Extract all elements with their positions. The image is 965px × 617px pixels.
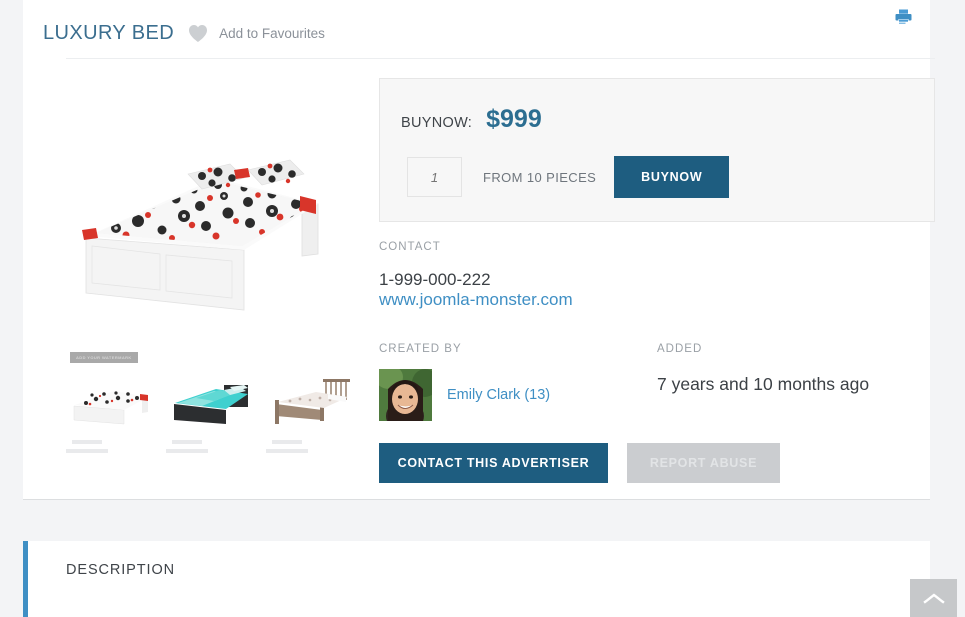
thumbnail-item[interactable]	[266, 370, 360, 458]
thumbnail-dark-bed[interactable]	[166, 370, 260, 432]
printer-icon	[895, 9, 911, 25]
header-divider	[66, 58, 935, 59]
thumbnail-caption-placeholder	[166, 432, 260, 453]
listing-details: BUYNOW: $999 FROM 10 PIECES BUYNOW CONTA…	[379, 78, 935, 483]
listing-page: LUXURY BED Add to Favourites ADD YOUR WA…	[0, 0, 965, 617]
added-section: ADDED 7 years and 10 months ago	[657, 343, 935, 421]
added-value: 7 years and 10 months ago	[657, 374, 870, 394]
listing-header: LUXURY BED Add to Favourites	[43, 14, 912, 52]
thumbnail-strip	[66, 370, 361, 458]
price-label: BUYNOW:	[401, 115, 473, 131]
contact-phone: 1-999-000-222	[379, 270, 491, 289]
report-abuse-button[interactable]: REPORT ABUSE	[627, 443, 780, 483]
scroll-to-top-button[interactable]	[910, 579, 957, 617]
contact-heading: CONTACT	[379, 241, 441, 253]
buynow-button[interactable]: BUYNOW	[614, 156, 730, 198]
watermark-label: ADD YOUR WATERMARK	[70, 352, 138, 363]
contact-website-link[interactable]: www.joomla-monster.com	[379, 290, 573, 309]
contact-section: CONTACT 1-999-000-222 www.joomla-monster…	[379, 241, 935, 310]
author-row: Emily Clark (13)	[379, 369, 657, 421]
print-button[interactable]	[890, 4, 916, 30]
buy-row: FROM 10 PIECES BUYNOW	[407, 156, 730, 198]
page-title: LUXURY BED	[43, 21, 175, 44]
add-to-favourites-label[interactable]: Add to Favourites	[219, 26, 325, 41]
chevron-up-icon	[922, 592, 945, 604]
quantity-input[interactable]	[407, 157, 462, 197]
created-by-section: CREATED BY Emily Clark (13)	[379, 343, 657, 421]
thumbnail-white-bed[interactable]	[66, 370, 160, 432]
thumbnail-caption-placeholder	[266, 432, 360, 453]
price-row: BUYNOW: $999	[401, 105, 542, 134]
price-value: $999	[486, 105, 542, 133]
added-heading: ADDED	[657, 343, 703, 355]
main-product-image[interactable]: ADD YOUR WATERMARK	[66, 78, 361, 366]
listing-card: LUXURY BED Add to Favourites ADD YOUR WA…	[23, 0, 935, 500]
action-buttons: CONTACT THIS ADVERTISER REPORT ABUSE	[379, 443, 780, 483]
created-by-heading: CREATED BY	[379, 343, 462, 355]
description-panel: DESCRIPTION	[23, 541, 930, 617]
meta-row: CREATED BY Emily Clark (13) ADDED 7 year…	[379, 343, 935, 421]
heart-icon[interactable]	[188, 24, 208, 43]
author-name-link[interactable]: Emily Clark (13)	[447, 387, 550, 403]
contact-advertiser-button[interactable]: CONTACT THIS ADVERTISER	[379, 443, 608, 483]
thumbnail-item[interactable]	[66, 370, 160, 458]
thumbnail-caption-placeholder	[66, 432, 160, 453]
avatar[interactable]	[379, 369, 432, 421]
thumbnail-item[interactable]	[166, 370, 260, 458]
price-panel: BUYNOW: $999 FROM 10 PIECES BUYNOW	[379, 78, 935, 222]
minimum-pieces-label: FROM 10 PIECES	[483, 169, 597, 185]
description-title: DESCRIPTION	[66, 562, 175, 578]
thumbnail-wooden-bed[interactable]	[266, 370, 360, 432]
product-gallery: ADD YOUR WATERMARK	[66, 78, 361, 453]
